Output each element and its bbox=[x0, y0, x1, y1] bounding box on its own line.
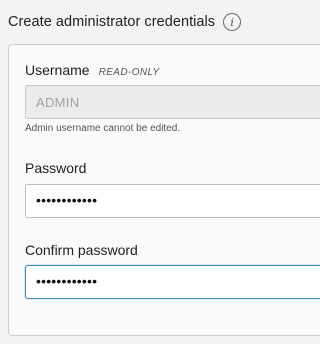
username-field: ADMIN bbox=[25, 85, 320, 119]
username-helper-text: Admin username cannot be edited. bbox=[25, 123, 181, 134]
username-value: ADMIN bbox=[36, 94, 80, 110]
username-label: Username bbox=[25, 62, 90, 78]
password-label: Password bbox=[25, 160, 87, 176]
confirm-password-field[interactable]: •••••••••••• bbox=[25, 265, 320, 299]
info-icon[interactable]: i bbox=[223, 13, 242, 31]
readonly-tag: READ-ONLY bbox=[98, 67, 160, 78]
password-masked-value: •••••••••••• bbox=[36, 192, 98, 208]
credentials-panel: Username READ-ONLY ADMIN Admin username … bbox=[8, 44, 320, 336]
password-label-row: Password bbox=[25, 160, 86, 176]
confirm-password-label: Confirm password bbox=[25, 242, 138, 258]
section-title: Create administrator credentials bbox=[8, 14, 216, 30]
username-label-row: Username READ-ONLY bbox=[25, 62, 160, 78]
confirm-password-label-row: Confirm password bbox=[25, 242, 138, 258]
confirm-password-masked-value: •••••••••••• bbox=[36, 273, 98, 289]
password-field[interactable]: •••••••••••• bbox=[25, 184, 320, 218]
section-header: Create administrator credentials i bbox=[8, 13, 242, 31]
